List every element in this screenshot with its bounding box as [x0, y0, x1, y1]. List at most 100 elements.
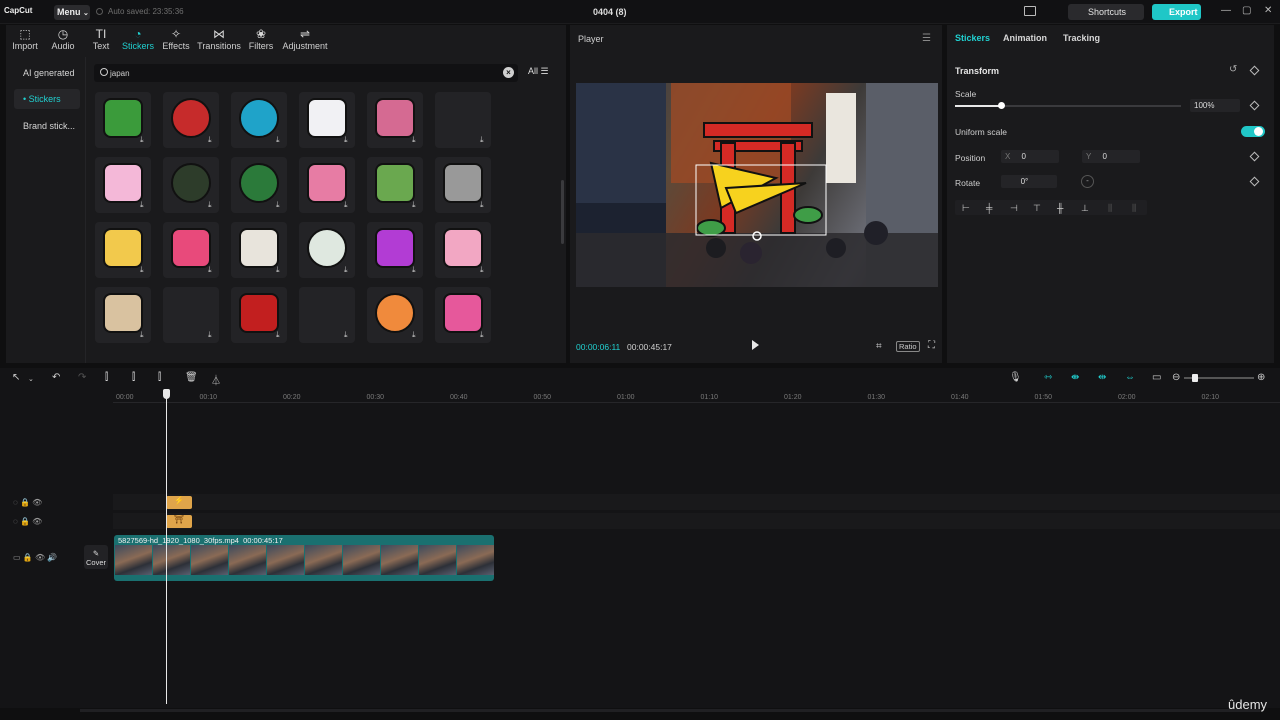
align-right-icon[interactable]: ⊣: [1010, 203, 1018, 214]
track-lock-icon[interactable]: ◌ 🔒 👁: [13, 498, 42, 507]
download-icon[interactable]: ⤓: [140, 201, 148, 209]
auto-snap-icon[interactable]: ⇼: [1071, 372, 1079, 383]
undo-icon[interactable]: ↶: [52, 372, 60, 383]
mirror-icon[interactable]: ⏃: [211, 372, 221, 387]
sidebar-item-ai-generated[interactable]: AI generated: [14, 63, 80, 83]
delete-icon[interactable]: 🗑: [185, 372, 198, 383]
playhead[interactable]: [166, 392, 167, 704]
download-icon[interactable]: ⤓: [208, 201, 216, 209]
align-left-icon[interactable]: ⊢: [962, 203, 970, 214]
maximize-icon[interactable]: ▢: [1242, 5, 1251, 16]
download-icon[interactable]: ⤓: [480, 201, 488, 209]
reset-icon[interactable]: ↺: [1229, 64, 1237, 75]
close-icon[interactable]: ✕: [1264, 5, 1272, 16]
align-center-h-icon[interactable]: ╪: [986, 203, 992, 213]
download-icon[interactable]: ⤓: [140, 331, 148, 339]
download-icon[interactable]: ⤓: [480, 331, 488, 339]
rotate-dial-icon[interactable]: -: [1081, 175, 1094, 188]
split-right-icon[interactable]: ⫿: [158, 372, 161, 383]
align-top-icon[interactable]: ⊤: [1033, 203, 1041, 214]
sticker-sparkles[interactable]: ⤓: [435, 157, 491, 213]
download-icon[interactable]: ⤓: [480, 266, 488, 274]
sticker-mount-fuji[interactable]: ⤓: [163, 92, 219, 148]
sticker-cherry-blossom[interactable]: ⤓: [95, 157, 151, 213]
download-icon[interactable]: ⤓: [480, 136, 488, 144]
download-icon[interactable]: ⤓: [344, 331, 352, 339]
sticker-salmon-sushi[interactable]: ⤓: [367, 287, 423, 343]
playhead-handle[interactable]: [163, 389, 170, 399]
download-icon[interactable]: ⤓: [412, 331, 420, 339]
sticker-empty[interactable]: ⤓: [163, 287, 219, 343]
tab-stickers-props[interactable]: Stickers: [955, 33, 990, 43]
link-main-icon[interactable]: ⇿: [1044, 372, 1052, 383]
video-preview[interactable]: [576, 83, 938, 287]
position-y-field[interactable]: Y 0: [1082, 150, 1140, 163]
sticker-lantern[interactable]: ⤓: [435, 222, 491, 278]
play-icon[interactable]: [752, 340, 759, 350]
sticker-japan-map[interactable]: ⤓: [95, 92, 151, 148]
main-track-controls[interactable]: ▭ 🔒 👁 🔊: [13, 553, 57, 562]
download-icon[interactable]: ⤓: [344, 201, 352, 209]
sidebar-item-stickers[interactable]: • Stickers: [14, 89, 80, 109]
sticker-red-umbrella[interactable]: ⤓: [231, 287, 287, 343]
linkage-icon[interactable]: ⇹: [1098, 372, 1106, 383]
split-icon[interactable]: ⫿: [105, 372, 108, 383]
preview-axis-icon[interactable]: ⇔: [1125, 372, 1135, 383]
search-input[interactable]: [94, 64, 518, 82]
export-button[interactable]: Export: [1152, 4, 1201, 20]
download-icon[interactable]: ⤓: [344, 266, 352, 274]
align-center-v-icon[interactable]: ╫: [1057, 203, 1063, 213]
rotate-field[interactable]: 0°: [1001, 175, 1057, 188]
scale-field[interactable]: 100%: [1190, 99, 1240, 112]
download-icon[interactable]: ⤓: [412, 266, 420, 274]
zoom-in-icon[interactable]: ⊕: [1257, 372, 1265, 383]
sticker-torii-gate[interactable]: ⤓: [367, 92, 423, 148]
sticker-track-1[interactable]: [113, 494, 1280, 510]
clear-search-icon[interactable]: ×: [503, 67, 514, 78]
align-bottom-icon[interactable]: ⊥: [1081, 203, 1089, 214]
select-tool-icon[interactable]: ↖: [12, 372, 20, 383]
download-icon[interactable]: ⤓: [344, 136, 352, 144]
sticker-fuji-circle[interactable]: ⤓: [299, 222, 355, 278]
minimize-icon[interactable]: —: [1221, 5, 1231, 16]
sticker-clip-lightning[interactable]: ⚡: [166, 496, 192, 509]
sticker-koinobori[interactable]: ⤓: [299, 157, 355, 213]
track-lock-icon[interactable]: ◌ 🔒 👁: [13, 517, 42, 526]
sticker-japan-badge[interactable]: ⤓: [231, 92, 287, 148]
download-icon[interactable]: ⤓: [208, 331, 216, 339]
sticker-blossom-branch[interactable]: ⤓: [435, 287, 491, 343]
screenshot-icon[interactable]: ⌗: [876, 341, 882, 352]
sticker-pagoda[interactable]: ⤓: [367, 157, 423, 213]
sticker-clip-torii[interactable]: ⛩: [166, 515, 192, 528]
shortcuts-button[interactable]: Shortcuts: [1068, 4, 1144, 20]
layout-icon[interactable]: [1024, 6, 1036, 16]
sticker-torii-stamp[interactable]: ⤓: [95, 287, 151, 343]
sticker-sushi-roll[interactable]: ⤓: [163, 157, 219, 213]
download-icon[interactable]: ⤓: [412, 136, 420, 144]
download-icon[interactable]: ⤓: [276, 266, 284, 274]
sticker-japan-flag[interactable]: ⤓: [231, 222, 287, 278]
filter-button[interactable]: All ☰: [528, 66, 549, 77]
cover-button[interactable]: ✎ Cover: [84, 545, 108, 569]
download-icon[interactable]: ⤓: [412, 201, 420, 209]
menu-button[interactable]: Menu ⌄: [54, 5, 90, 20]
position-x-field[interactable]: X 0: [1001, 150, 1059, 163]
sticker-candy-star[interactable]: ⤓: [367, 222, 423, 278]
download-icon[interactable]: ⤓: [140, 136, 148, 144]
download-icon[interactable]: ⤓: [276, 201, 284, 209]
chevron-down-icon[interactable]: ⌄: [28, 375, 34, 383]
sticker-empty[interactable]: ⤓: [299, 287, 355, 343]
sticker-scrollbar[interactable]: [561, 180, 564, 244]
sticker-food-bowl[interactable]: ⤓: [231, 157, 287, 213]
fullscreen-icon[interactable]: ⛶: [928, 340, 935, 351]
timeline-scrollbar[interactable]: [80, 709, 1260, 712]
download-icon[interactable]: ⤓: [208, 266, 216, 274]
sticker-empty[interactable]: ⤓: [435, 92, 491, 148]
sidebar-item-brand-stickers[interactable]: Brand stick...: [14, 116, 80, 136]
tab-adjustment[interactable]: ⇌ Adjustment: [280, 27, 330, 51]
download-icon[interactable]: ⤓: [140, 266, 148, 274]
download-icon[interactable]: ⤓: [208, 136, 216, 144]
caption-icon[interactable]: ▭: [1152, 372, 1161, 383]
download-icon[interactable]: ⤓: [276, 331, 284, 339]
tab-filters[interactable]: ❀ Filters: [236, 27, 286, 51]
